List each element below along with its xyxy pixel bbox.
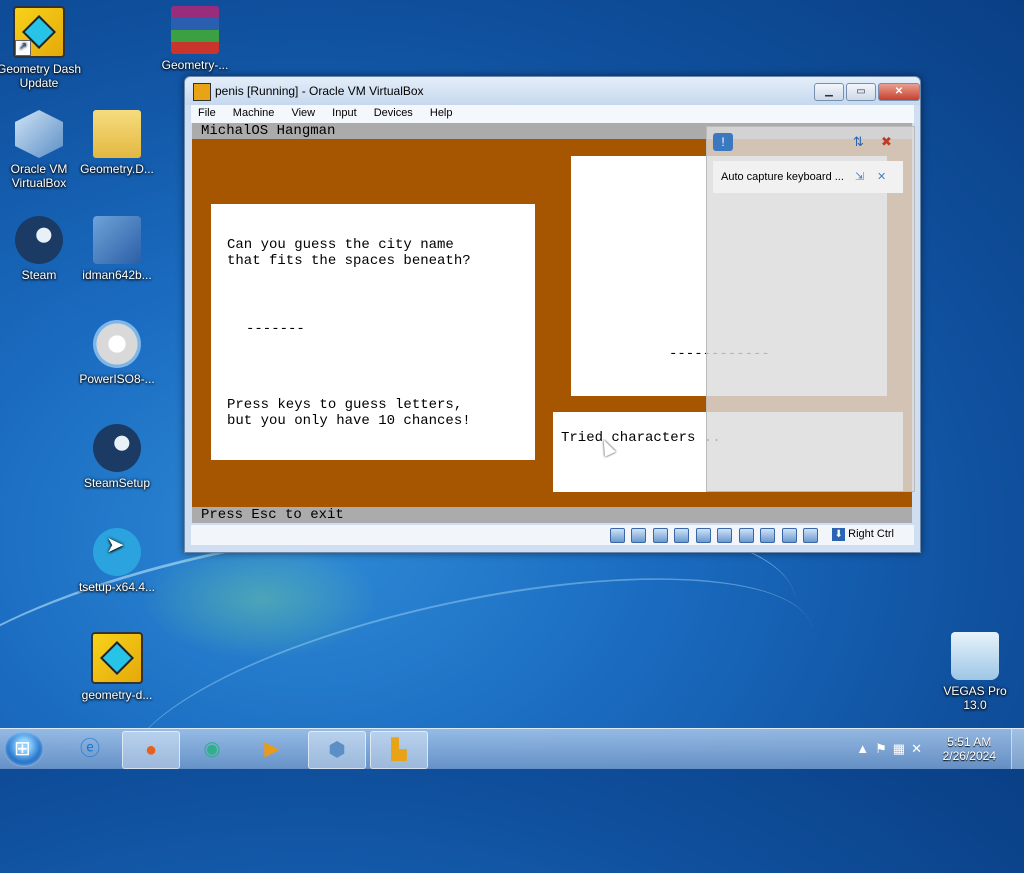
display-icon[interactable] [738, 528, 754, 544]
geometry-dash-icon: ↗ [13, 6, 65, 58]
usb-icon[interactable] [695, 528, 711, 544]
internet-explorer-icon: ⓔ [80, 738, 100, 760]
host-key-indicator[interactable]: Right Ctrl [832, 528, 894, 541]
taskbar-firefox[interactable]: ● [122, 731, 180, 769]
network-tray-icon[interactable]: ▦ [893, 741, 911, 756]
desktop-icon-steamsetup[interactable]: SteamSetup [72, 424, 162, 490]
taskbar-browser[interactable]: ◉ [184, 731, 240, 767]
minimize-button[interactable]: ▁ [814, 83, 844, 101]
device-indicators [608, 527, 818, 544]
close-button[interactable]: ✕ [878, 83, 920, 101]
volume-muted-icon[interactable]: ✕ [911, 741, 928, 756]
poweriso-installer-icon [93, 320, 141, 368]
notification-close-icon[interactable]: ✕ [877, 161, 886, 193]
menu-view[interactable]: View [284, 105, 322, 121]
start-button[interactable] [4, 731, 44, 767]
michalos-vm-icon: ▙ [391, 739, 407, 761]
notification-icon[interactable]: ! [713, 133, 733, 151]
shared-folders-icon[interactable] [717, 528, 733, 544]
desktop-icon-geometry-archive[interactable]: Geometry-... [150, 6, 240, 72]
media-player-icon: ▶ [264, 738, 280, 760]
desktop-icon-geometry-folder[interactable]: Geometry.D... [72, 110, 162, 176]
instructions-text: Press keys to guess letters, but you onl… [227, 397, 471, 429]
tray-icons: ▲⚑▦✕ [856, 741, 928, 757]
geometry-dash-icon [91, 632, 143, 684]
desktop-icon-idman[interactable]: idman642b... [72, 216, 162, 282]
question-text: Can you guess the city name that fits th… [227, 237, 471, 269]
desktop-icon-telegram-setup[interactable]: tsetup-x64.4... [72, 528, 162, 594]
folder-icon [93, 110, 141, 158]
menu-bar: File Machine View Input Devices Help [191, 105, 914, 123]
taskbar: ⓔ ● ◉ ▶ ⬢ ▙ ▲⚑▦✕ 5:51 AM 2/26/2024 [0, 728, 1024, 769]
menu-devices[interactable]: Devices [367, 105, 420, 121]
idm-installer-icon [93, 216, 141, 264]
menu-file[interactable]: File [191, 105, 223, 121]
desktop-icon-geometry-dash-update[interactable]: ↗ Geometry Dash Update [0, 6, 84, 90]
notification-center: ! ⇅ ✖ Auto capture keyboard ... ⇲ ✕ [706, 126, 915, 492]
desktop-icon-vegas-pro[interactable]: VEGAS Pro 13.0 [930, 632, 1020, 712]
show-hidden-icons-icon[interactable]: ▲ [856, 741, 875, 756]
virtualbox-icon: ⬢ [328, 739, 346, 761]
firefox-icon: ● [144, 739, 158, 761]
clock-date: 2/26/2024 [942, 749, 996, 763]
mouse-integration-icon[interactable] [803, 528, 818, 544]
word-blanks: ------- [246, 321, 305, 337]
guest-status-bar: Press Esc to exit [192, 507, 912, 523]
steam-icon [15, 216, 63, 264]
tried-characters: Tried characters .. [561, 430, 721, 446]
audio-icon[interactable] [652, 528, 668, 544]
menu-input[interactable]: Input [325, 105, 363, 121]
maximize-button[interactable]: ▭ [846, 83, 876, 101]
menu-help[interactable]: Help [423, 105, 460, 121]
clear-notifications-icon[interactable]: ✖ [881, 134, 892, 150]
vm-icon [193, 83, 211, 101]
window-title: penis [Running] - Oracle VM VirtualBox [215, 84, 424, 98]
browser-icon: ◉ [203, 738, 221, 760]
desktop-icon-geometry-dash[interactable]: geometry-d... [72, 632, 162, 702]
window-titlebar[interactable]: penis [Running] - Oracle VM VirtualBox ▁… [185, 77, 920, 105]
taskbar-vm-window[interactable]: ▙ [370, 731, 428, 769]
network-icon[interactable] [674, 528, 690, 544]
notification-text: Auto capture keyboard ... [721, 171, 844, 183]
clock-time: 5:51 AM [947, 735, 992, 749]
sort-icon[interactable]: ⇅ [853, 134, 864, 150]
show-desktop-button[interactable] [1011, 729, 1024, 769]
taskbar-virtualbox[interactable]: ⬢ [308, 731, 366, 769]
notification-toggle-icon[interactable]: ⇲ [855, 161, 864, 193]
virtualbox-icon [15, 110, 63, 158]
desktop-icon-poweriso[interactable]: PowerISO8-... [72, 320, 162, 386]
telegram-icon [93, 528, 141, 576]
vm-status-bar: Right Ctrl [191, 525, 914, 545]
optical-drive-icon[interactable] [631, 528, 647, 544]
question-panel: Can you guess the city name that fits th… [211, 204, 535, 460]
taskbar-internet-explorer[interactable]: ⓔ [62, 731, 118, 767]
recycle-bin-icon [951, 632, 999, 680]
clock[interactable]: 5:51 AM 2/26/2024 [943, 735, 996, 763]
menu-machine[interactable]: Machine [226, 105, 282, 121]
hard-disk-icon[interactable] [609, 528, 625, 544]
taskbar-media-player[interactable]: ▶ [244, 731, 300, 767]
cpu-icon[interactable] [781, 528, 797, 544]
notification-row[interactable]: Auto capture keyboard ... ⇲ ✕ [713, 161, 903, 193]
action-center-flag-icon[interactable]: ⚑ [875, 741, 893, 756]
winrar-archive-icon [171, 6, 219, 54]
recording-icon[interactable] [760, 528, 776, 544]
steam-setup-icon [93, 424, 141, 472]
